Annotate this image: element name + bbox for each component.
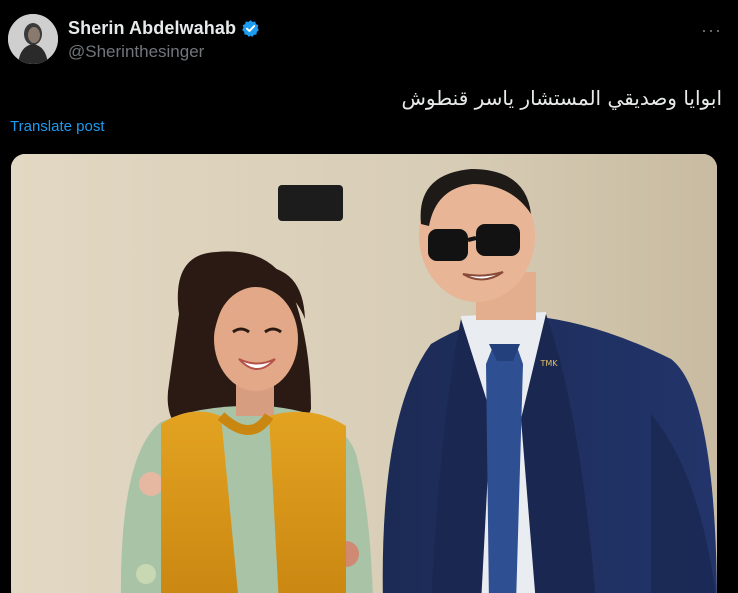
lapel-pin-text: TMK	[539, 359, 558, 368]
wall-lamp	[278, 185, 343, 221]
author-avatar[interactable]	[8, 14, 58, 64]
tweet-post: Sherin Abdelwahab @Sherinthesinger ··· ا…	[0, 0, 738, 593]
author-names: Sherin Abdelwahab @Sherinthesinger	[68, 16, 260, 62]
post-text: ابوايا وصديقي المستشار ياسر قنطوش	[401, 86, 722, 110]
author-display-name[interactable]: Sherin Abdelwahab	[68, 18, 236, 39]
translate-post-link[interactable]: Translate post	[10, 118, 105, 135]
author-handle[interactable]: @Sherinthesinger	[68, 42, 260, 62]
post-photo[interactable]: TMK	[11, 154, 717, 593]
verified-badge-icon	[241, 19, 260, 38]
post-header: Sherin Abdelwahab @Sherinthesinger ···	[8, 14, 722, 70]
display-name-row: Sherin Abdelwahab	[68, 16, 260, 40]
sunglasses	[428, 229, 468, 261]
more-options-icon[interactable]: ···	[701, 20, 722, 41]
